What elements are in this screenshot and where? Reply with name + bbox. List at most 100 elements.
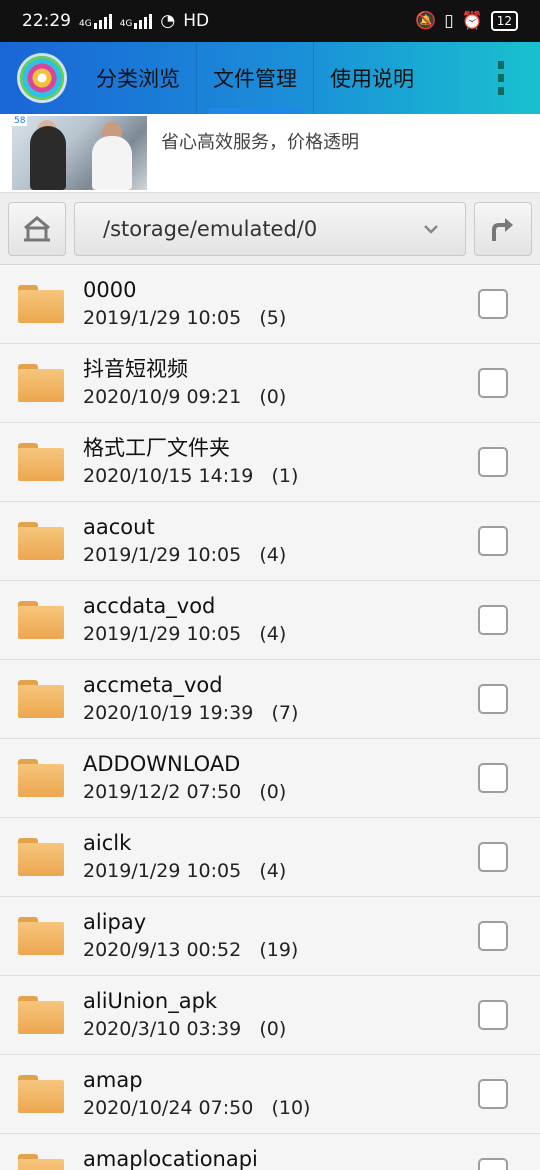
arrow-up-icon	[492, 217, 513, 241]
file-meta: 2020/10/19 19:39 (7)	[83, 699, 298, 727]
file-count: (10)	[271, 1097, 311, 1119]
file-row[interactable]: 格式工厂文件夹 2020/10/15 14:19 (1)	[0, 423, 540, 502]
select-checkbox[interactable]	[478, 1158, 508, 1170]
app-logo-icon	[20, 56, 64, 100]
status-time: 22:29	[22, 11, 71, 31]
home-button[interactable]	[8, 201, 66, 256]
select-checkbox[interactable]	[478, 763, 508, 793]
file-meta: 2020/3/10 03:39 (0)	[83, 1015, 286, 1043]
ad-image: 58	[12, 116, 147, 190]
file-count: (0)	[259, 781, 287, 803]
file-name: alipay	[83, 910, 147, 934]
file-date: 2020/9/13 00:52	[83, 939, 242, 961]
file-info: accdata_vod 2019/1/29 10:05 (4)	[83, 592, 286, 648]
folder-icon	[18, 601, 64, 639]
file-count: (7)	[271, 702, 299, 724]
alarm-icon: ⏰	[461, 11, 483, 31]
tab-file-manager[interactable]: 文件管理	[197, 42, 314, 114]
file-row[interactable]: ADDOWNLOAD 2019/12/2 07:50 (0)	[0, 739, 540, 818]
ad-text: 省心高效服务，价格透明	[161, 132, 359, 153]
path-dropdown[interactable]: /storage/emulated/0	[74, 201, 466, 256]
file-count: (1)	[271, 465, 299, 487]
folder-icon	[18, 522, 64, 560]
file-list: 0000 2019/1/29 10:05 (5) 抖音短视频 2020/10/9 09…	[0, 265, 540, 1170]
file-meta: 2019/1/29 10:05 (4)	[83, 541, 286, 569]
file-row[interactable]: accmeta_vod 2020/10/19 19:39 (7)	[0, 660, 540, 739]
file-name: aliUnion_apk	[83, 989, 218, 1013]
folder-icon	[18, 1154, 64, 1170]
file-name: amaplocationapi	[83, 1147, 258, 1170]
file-meta: 2020/9/13 00:52 (19)	[83, 936, 298, 964]
hd-label: HD	[183, 11, 210, 31]
file-row[interactable]: amaplocationapi	[0, 1134, 540, 1170]
file-info: 格式工厂文件夹 2020/10/15 14:19 (1)	[83, 434, 298, 490]
vibrate-icon: ▯	[444, 11, 454, 31]
ad-badge: 58	[12, 116, 28, 126]
file-row[interactable]: aiclk 2019/1/29 10:05 (4)	[0, 818, 540, 897]
file-info: amaplocationapi	[83, 1145, 258, 1170]
home-icon	[24, 215, 50, 241]
file-meta: 2019/1/29 10:05 (4)	[83, 857, 286, 885]
file-row[interactable]: 抖音短视频 2020/10/9 09:21 (0)	[0, 344, 540, 423]
overflow-menu-icon[interactable]	[498, 61, 504, 95]
file-row[interactable]: amap 2020/10/24 07:50 (10)	[0, 1055, 540, 1134]
file-count: (4)	[259, 860, 287, 882]
file-count: (4)	[259, 623, 287, 645]
select-checkbox[interactable]	[478, 605, 508, 635]
file-info: 抖音短视频 2020/10/9 09:21 (0)	[83, 355, 286, 411]
file-name: accdata_vod	[83, 594, 216, 618]
signal-icon-2: 4G	[120, 13, 153, 29]
file-name: aacout	[83, 515, 155, 539]
ad-banner[interactable]: 58 省心高效服务，价格透明	[0, 114, 540, 193]
select-checkbox[interactable]	[478, 526, 508, 556]
file-name: 抖音短视频	[83, 357, 188, 381]
file-count: (5)	[259, 307, 287, 329]
select-checkbox[interactable]	[478, 368, 508, 398]
file-date: 2020/3/10 03:39	[83, 1018, 242, 1040]
file-date: 2019/1/29 10:05	[83, 623, 242, 645]
file-info: amap 2020/10/24 07:50 (10)	[83, 1066, 310, 1122]
file-row[interactable]: alipay 2020/9/13 00:52 (19)	[0, 897, 540, 976]
folder-icon	[18, 285, 64, 323]
file-row[interactable]: aliUnion_apk 2020/3/10 03:39 (0)	[0, 976, 540, 1055]
select-checkbox[interactable]	[478, 289, 508, 319]
file-meta: 2019/12/2 07:50 (0)	[83, 778, 286, 806]
up-level-button[interactable]	[474, 201, 532, 256]
folder-icon	[18, 443, 64, 481]
folder-icon	[18, 759, 64, 797]
chevron-down-icon	[424, 224, 438, 234]
file-info: aacout 2019/1/29 10:05 (4)	[83, 513, 286, 569]
file-meta: 2020/10/24 07:50 (10)	[83, 1094, 310, 1122]
file-info: aliUnion_apk 2020/3/10 03:39 (0)	[83, 987, 286, 1043]
tab-category-browse[interactable]: 分类浏览	[80, 42, 197, 114]
file-info: 0000 2019/1/29 10:05 (5)	[83, 276, 286, 332]
file-info: accmeta_vod 2020/10/19 19:39 (7)	[83, 671, 298, 727]
folder-icon	[18, 996, 64, 1034]
app-bar: 分类浏览 文件管理 使用说明	[0, 42, 540, 114]
mute-icon: 🔕	[415, 11, 437, 31]
file-date: 2020/10/24 07:50	[83, 1097, 254, 1119]
file-name: 0000	[83, 278, 137, 302]
folder-icon	[18, 680, 64, 718]
select-checkbox[interactable]	[478, 842, 508, 872]
tab-instructions[interactable]: 使用说明	[314, 42, 430, 114]
file-name: accmeta_vod	[83, 673, 223, 697]
select-checkbox[interactable]	[478, 684, 508, 714]
file-row[interactable]: accdata_vod 2019/1/29 10:05 (4)	[0, 581, 540, 660]
select-checkbox[interactable]	[478, 921, 508, 951]
file-meta: 2020/10/9 09:21 (0)	[83, 383, 286, 411]
file-date: 2019/1/29 10:05	[83, 307, 242, 329]
file-count: (0)	[259, 1018, 287, 1040]
select-checkbox[interactable]	[478, 1079, 508, 1109]
file-row[interactable]: 0000 2019/1/29 10:05 (5)	[0, 265, 540, 344]
battery-icon: 12	[490, 11, 518, 31]
select-checkbox[interactable]	[478, 447, 508, 477]
path-text: /storage/emulated/0	[103, 216, 318, 241]
folder-icon	[18, 1075, 64, 1113]
file-row[interactable]: aacout 2019/1/29 10:05 (4)	[0, 502, 540, 581]
file-date: 2020/10/9 09:21	[83, 386, 242, 408]
wifi-icon: ◔	[160, 11, 176, 31]
folder-icon	[18, 917, 64, 955]
select-checkbox[interactable]	[478, 1000, 508, 1030]
file-name: ADDOWNLOAD	[83, 752, 241, 776]
